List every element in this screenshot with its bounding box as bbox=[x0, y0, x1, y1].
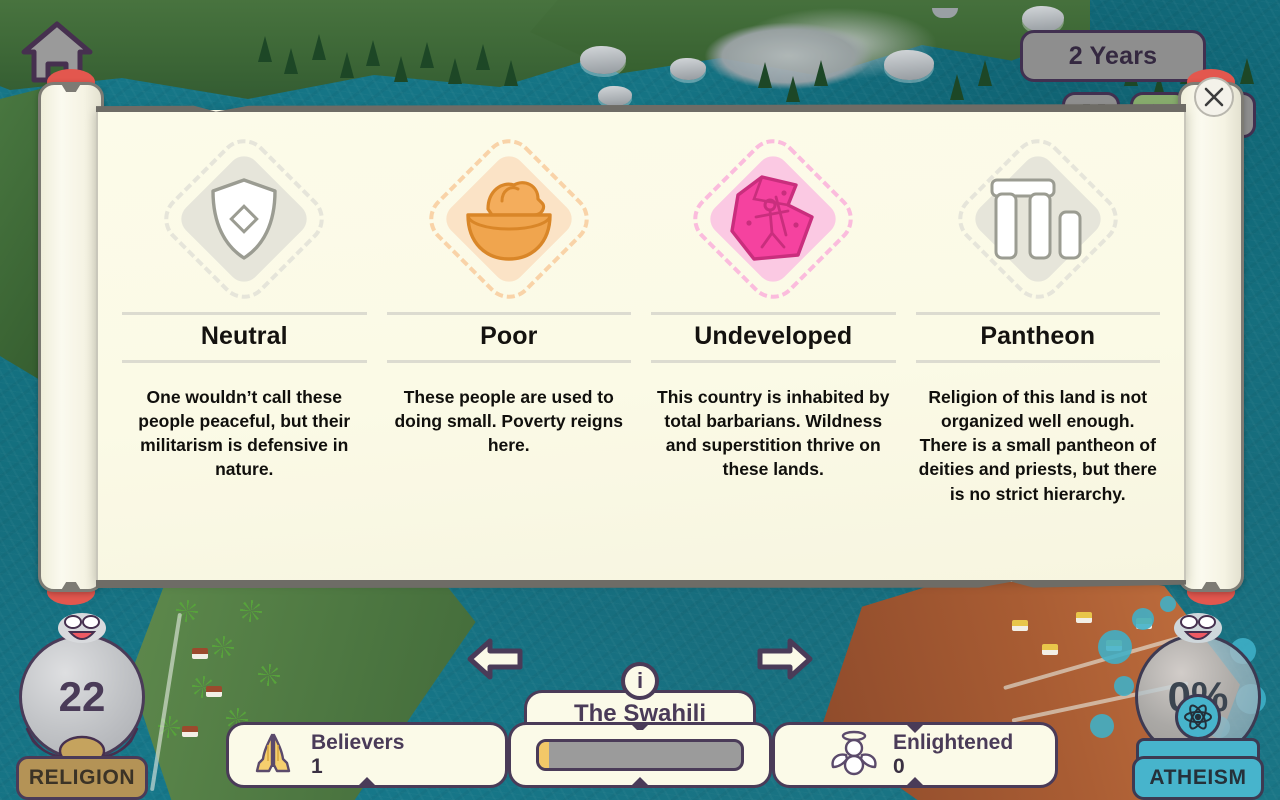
card-title: Undeveloped bbox=[694, 322, 853, 350]
ghost-face-icon bbox=[1170, 612, 1226, 652]
panel-notch bbox=[904, 777, 926, 788]
map-hut bbox=[1136, 618, 1152, 629]
card-title: Neutral bbox=[200, 322, 288, 350]
attribute-card-development[interactable]: Undeveloped This country is inhabited by… bbox=[641, 120, 906, 582]
map-tree bbox=[258, 36, 272, 62]
card-title: Poor bbox=[480, 322, 538, 350]
map-tree bbox=[284, 48, 298, 74]
map-tree bbox=[420, 42, 434, 68]
attribute-card-militarism[interactable]: Neutral One wouldn’t call these people p… bbox=[112, 120, 377, 582]
next-nation-button[interactable] bbox=[756, 635, 814, 688]
scroll-notch bbox=[60, 82, 82, 92]
info-button[interactable]: i bbox=[621, 662, 659, 700]
atheism-label[interactable]: ATHEISM bbox=[1132, 756, 1264, 800]
card-description: One wouldn’t call these people peaceful,… bbox=[138, 387, 351, 480]
tab-seam bbox=[527, 730, 753, 737]
card-title-box: Pantheon bbox=[915, 312, 1160, 363]
game-time-display: 2 Years bbox=[1020, 30, 1206, 82]
scroll-sheet: Neutral One wouldn’t call these people p… bbox=[96, 104, 1186, 588]
map-rock bbox=[884, 50, 934, 80]
food-bowl-icon bbox=[418, 128, 600, 310]
game-screen: 2 Years Neutral One wouldn’t call these … bbox=[0, 0, 1280, 800]
enlightened-label: Enlightened bbox=[893, 730, 1014, 754]
believers-label: Believers bbox=[311, 730, 405, 754]
map-tree bbox=[476, 44, 490, 70]
panel-notch bbox=[629, 777, 651, 788]
card-title-box: Neutral bbox=[122, 312, 367, 363]
enlightened-value: 0 bbox=[893, 754, 905, 778]
game-time-label: 2 Years bbox=[1068, 41, 1158, 70]
map-hut bbox=[192, 648, 208, 659]
believers-value: 1 bbox=[311, 754, 323, 778]
attribute-card-religion[interactable]: Pantheon Religion of this land is not or… bbox=[906, 120, 1171, 582]
map-rock bbox=[1022, 6, 1064, 32]
praying-hands-icon bbox=[251, 731, 295, 780]
scroll-roll-right bbox=[1178, 69, 1244, 605]
stonehenge-pillars-icon bbox=[947, 128, 1129, 310]
atheism-label-text: ATHEISM bbox=[1149, 766, 1247, 789]
map-tree bbox=[340, 52, 354, 78]
atom-icon bbox=[1175, 694, 1221, 740]
map-palm bbox=[240, 600, 262, 622]
map-tree bbox=[366, 40, 380, 66]
atheism-meter[interactable]: 0% ATHEISM bbox=[1090, 596, 1272, 800]
country-info-scroll: Neutral One wouldn’t call these people p… bbox=[38, 69, 1244, 605]
map-hut bbox=[182, 726, 198, 737]
panel-notch bbox=[356, 777, 378, 788]
close-button[interactable] bbox=[1194, 77, 1234, 117]
card-title: Pantheon bbox=[980, 322, 1096, 350]
believers-stat: Believers 1 bbox=[311, 730, 405, 778]
nation-progress-bar[interactable] bbox=[536, 739, 744, 771]
card-title-box: Poor bbox=[386, 312, 631, 363]
shield-icon bbox=[153, 128, 335, 310]
card-title-box: Undeveloped bbox=[651, 312, 896, 363]
close-icon bbox=[1204, 87, 1224, 107]
card-description: This country is inhabited by total barba… bbox=[657, 387, 890, 480]
map-hut bbox=[1012, 620, 1028, 631]
cave-painting-rock-icon bbox=[682, 128, 864, 310]
religion-orb: 22 bbox=[19, 634, 145, 767]
card-description: Religion of this land is not organized w… bbox=[918, 387, 1157, 504]
religion-value: 22 bbox=[58, 673, 106, 720]
map-hut bbox=[1042, 644, 1058, 655]
map-palm bbox=[212, 636, 234, 658]
enlightened-panel: Enlightened 0 bbox=[772, 722, 1058, 788]
info-icon: i bbox=[636, 668, 644, 693]
arrow-left-icon bbox=[467, 638, 523, 680]
ghost-face-icon bbox=[54, 612, 110, 652]
attribute-card-list: Neutral One wouldn’t call these people p… bbox=[98, 110, 1184, 582]
card-description: These people are used to doing small. Po… bbox=[394, 387, 624, 456]
believers-panel: Believers 1 bbox=[226, 722, 508, 788]
scroll-roll-left bbox=[38, 69, 104, 605]
religion-label[interactable]: RELIGION bbox=[16, 756, 148, 800]
scroll-notch bbox=[60, 582, 82, 592]
angel-icon bbox=[829, 729, 879, 782]
map-palm bbox=[258, 664, 280, 686]
previous-nation-button[interactable] bbox=[466, 635, 524, 688]
map-rock bbox=[580, 46, 626, 74]
map-tree bbox=[1240, 58, 1254, 84]
arrow-right-icon bbox=[757, 638, 813, 680]
religion-label-text: RELIGION bbox=[28, 766, 136, 789]
religion-meter[interactable]: 22 RELIGION bbox=[8, 613, 156, 800]
map-hut bbox=[1076, 612, 1092, 623]
map-rock bbox=[670, 58, 706, 80]
map-hut bbox=[1106, 640, 1122, 651]
scroll-notch bbox=[1200, 582, 1222, 592]
map-hut bbox=[206, 686, 222, 697]
nation-progress-fill bbox=[539, 742, 550, 768]
attribute-card-economy[interactable]: Poor These people are used to doing smal… bbox=[377, 120, 642, 582]
map-tree bbox=[312, 34, 326, 60]
enlightened-stat: Enlightened 0 bbox=[893, 730, 1014, 778]
map-tree bbox=[394, 56, 408, 82]
map-tree bbox=[448, 58, 462, 84]
